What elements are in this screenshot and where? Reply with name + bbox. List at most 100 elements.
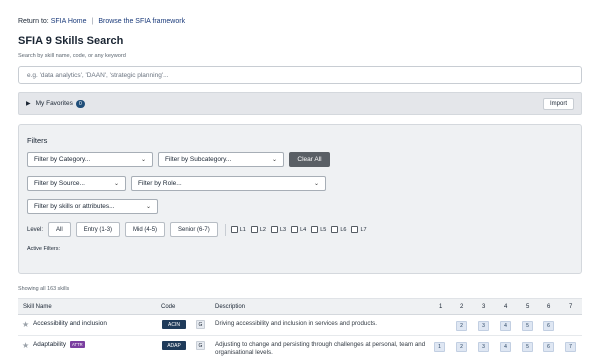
chevron-down-icon: ⌄: [113, 181, 119, 187]
level-mid-button[interactable]: Mid (4-5): [125, 222, 166, 237]
skill-name[interactable]: Accessibility and inclusion: [33, 320, 107, 327]
nav-separator: |: [91, 18, 94, 25]
column-level-2: 2: [460, 304, 464, 310]
clear-all-button[interactable]: Clear All: [289, 152, 330, 167]
skills-search-page: Return to: SFIA Home | Browse the SFIA f…: [0, 0, 600, 360]
search-placeholder: e.g. 'data analytics', 'DAAN', 'strategi…: [27, 71, 169, 79]
subcategory-select[interactable]: Filter by Subcategory... ⌄: [158, 152, 284, 167]
filters-title: Filters: [27, 136, 48, 145]
favorites-panel[interactable]: ▶ My Favorites 0 Import: [18, 92, 582, 115]
level-all-button[interactable]: All: [48, 222, 71, 237]
skill-category-badge: G: [196, 320, 205, 329]
favorites-count-badge: 0: [75, 99, 85, 108]
page-title: SFIA 9 Skills Search: [18, 35, 124, 47]
level-badge-7[interactable]: 7: [565, 342, 576, 352]
return-label: Return to:: [18, 18, 49, 25]
level-badge-4[interactable]: 4: [500, 342, 511, 352]
column-code[interactable]: Code: [161, 304, 175, 310]
skill-description: Adjusting to change and persisting throu…: [215, 341, 426, 356]
sfia-home-link[interactable]: SFIA Home: [51, 18, 87, 25]
level-checkbox-l3[interactable]: L3: [270, 226, 287, 233]
checkbox-box[interactable]: [351, 226, 359, 233]
checkbox-box[interactable]: [311, 226, 319, 233]
checkbox-label: L5: [320, 226, 327, 233]
column-level-5: 5: [526, 304, 530, 310]
checkbox-label: L6: [340, 226, 347, 233]
active-filters-label: Active Filters:: [27, 246, 61, 252]
skill-name-text[interactable]: Accessibility and inclusion: [33, 320, 107, 327]
level-entry-button[interactable]: Entry (1-3): [75, 222, 121, 237]
skill-code-badge: ACIN: [162, 320, 186, 329]
level-label: Level:: [27, 226, 44, 233]
level-checkbox-l1[interactable]: L1: [230, 226, 246, 233]
star-icon[interactable]: ★: [22, 320, 29, 329]
column-level-7: 7: [569, 304, 573, 310]
page-subtitle: Search by skill name, code, or any keywo…: [18, 53, 126, 59]
filters-panel: Filters Filter by Category... ⌄ Filter b…: [18, 124, 582, 274]
level-badge-3[interactable]: 3: [478, 342, 489, 352]
level-divider: [224, 223, 226, 236]
table-row[interactable]: ★ Accessibility and inclusion ACIN G Dri…: [18, 315, 582, 336]
level-filter-row: Level: All Entry (1-3) Mid (4-5) Senior …: [27, 222, 372, 237]
checkbox-box[interactable]: [331, 226, 339, 233]
level-checkbox-l7[interactable]: L7: [351, 226, 367, 233]
column-level-1: 1: [439, 304, 443, 310]
checkbox-label: L2: [259, 226, 266, 233]
role-select-value: Filter by Role...: [138, 180, 182, 187]
column-level-4: 4: [504, 304, 508, 310]
attribute-badge: ATTR: [70, 341, 85, 348]
chevron-down-icon: ⌄: [271, 157, 277, 163]
level-badge-3[interactable]: 3: [478, 321, 489, 331]
table-row[interactable]: ★ Adaptability ATTR ADAP G Adjusting to …: [18, 337, 582, 360]
column-level-3: 3: [482, 304, 486, 310]
top-navigation: Return to: SFIA Home | Browse the SFIA f…: [18, 18, 185, 25]
level-badge-6[interactable]: 6: [543, 321, 554, 331]
checkbox-label: L7: [360, 226, 367, 233]
column-level-6: 6: [547, 304, 551, 310]
level-badge-5[interactable]: 5: [522, 321, 533, 331]
level-checkbox-l4[interactable]: L4: [291, 226, 306, 233]
results-table-header: Skill Name Code Description 1 2 3 4 5 6 …: [18, 298, 582, 315]
browse-framework-link[interactable]: Browse the SFIA framework: [98, 18, 185, 25]
level-badge-5[interactable]: 5: [522, 342, 533, 352]
source-select-value: Filter by Source...: [34, 180, 85, 187]
category-select[interactable]: Filter by Category... ⌄: [27, 152, 153, 167]
role-select[interactable]: Filter by Role... ⌄: [131, 176, 326, 191]
skills-attributes-select[interactable]: Filter by skills or attributes... ⌄: [27, 199, 158, 214]
chevron-down-icon: ⌄: [313, 181, 319, 187]
skill-category-badge: G: [196, 341, 205, 350]
level-checkbox-l5[interactable]: L5: [311, 226, 326, 233]
checkbox-label: L1: [239, 226, 246, 233]
skill-name-text[interactable]: Adaptability: [33, 341, 66, 348]
column-skill-name[interactable]: Skill Name: [23, 304, 52, 310]
checkbox-box[interactable]: [270, 226, 278, 233]
skill-name[interactable]: Adaptability ATTR: [33, 341, 85, 348]
category-select-value: Filter by Category...: [34, 156, 91, 163]
search-input[interactable]: e.g. 'data analytics', 'DAAN', 'strategi…: [18, 66, 582, 84]
skills-attributes-select-value: Filter by skills or attributes...: [34, 203, 115, 210]
level-badge-1[interactable]: 1: [434, 342, 445, 352]
column-description: Description: [215, 304, 246, 310]
level-checkbox-l6[interactable]: L6: [331, 226, 346, 233]
expand-triangle-icon[interactable]: ▶: [26, 100, 31, 107]
chevron-down-icon: ⌄: [140, 157, 146, 163]
checkbox-label: L3: [279, 226, 287, 233]
results-count: Showing all 163 skills: [18, 286, 70, 292]
import-button[interactable]: Import: [542, 97, 574, 110]
checkbox-box[interactable]: [250, 226, 258, 233]
skill-description: Driving accessibility and inclusion in s…: [215, 320, 377, 327]
level-senior-button[interactable]: Senior (6-7): [170, 222, 218, 237]
source-select[interactable]: Filter by Source... ⌄: [27, 176, 126, 191]
level-badge-2[interactable]: 2: [456, 342, 467, 352]
favorites-label: My Favorites: [35, 100, 73, 107]
chevron-down-icon: ⌄: [145, 204, 151, 210]
skill-code-badge: ADAP: [162, 341, 186, 350]
level-badge-4[interactable]: 4: [500, 321, 511, 331]
checkbox-box[interactable]: [230, 226, 238, 233]
checkbox-box[interactable]: [291, 226, 299, 233]
level-checkbox-l2[interactable]: L2: [250, 226, 266, 233]
level-badge-2[interactable]: 2: [456, 321, 467, 331]
level-badge-6[interactable]: 6: [543, 342, 554, 352]
subcategory-select-value: Filter by Subcategory...: [165, 156, 232, 163]
star-icon[interactable]: ★: [22, 341, 29, 350]
